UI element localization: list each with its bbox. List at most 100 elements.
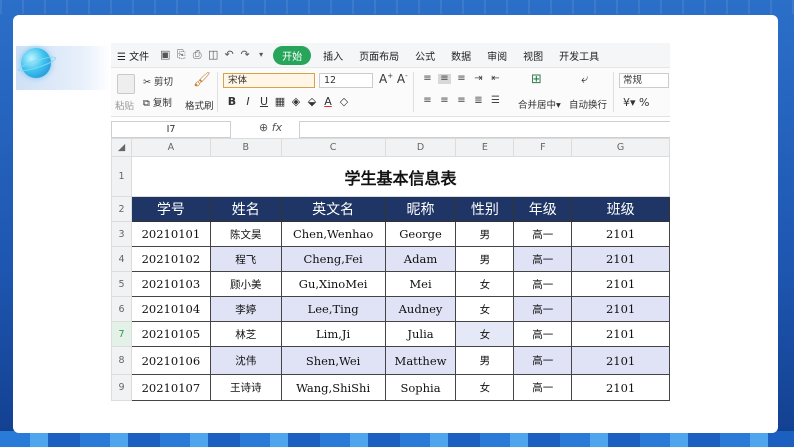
cell-english-name[interactable]: Chen,Wenhao	[280, 221, 386, 247]
row-header[interactable]: 2	[111, 196, 132, 222]
cell-name[interactable]: 林芝	[209, 321, 282, 347]
cell-nickname[interactable]: Adam	[384, 246, 457, 272]
cell-nickname[interactable]: Matthew	[384, 346, 457, 375]
cell-class[interactable]: 2101	[571, 246, 670, 272]
cell-student-id[interactable]: 20210105	[130, 321, 211, 347]
highlight-icon[interactable]: ⬙	[305, 95, 319, 108]
merge-center-button[interactable]: 合并居中▾	[518, 97, 561, 111]
cut-button[interactable]: ✂ 剪切	[143, 74, 173, 88]
cell-student-id[interactable]: 20210104	[130, 296, 211, 322]
header-cell[interactable]: 班级	[571, 196, 670, 222]
justify-icon[interactable]: ≣	[472, 96, 485, 106]
tab-formulas[interactable]: 公式	[407, 48, 443, 63]
cell-class[interactable]: 2101	[571, 296, 670, 322]
cell-class[interactable]: 2101	[571, 321, 670, 347]
header-cell[interactable]: 性别	[455, 196, 515, 222]
number-format-select[interactable]: 常规	[619, 73, 669, 88]
cell-english-name[interactable]: Wang,ShiShi	[280, 374, 386, 401]
cell-name[interactable]: 李婷	[209, 296, 282, 322]
cell-grade[interactable]: 高一	[513, 321, 573, 347]
name-box[interactable]: I7	[111, 121, 231, 138]
header-cell[interactable]: 昵称	[384, 196, 457, 222]
tab-developer[interactable]: 开发工具	[551, 48, 607, 63]
cell-nickname[interactable]: George	[384, 221, 457, 247]
indent-icon[interactable]: ⇥	[472, 74, 485, 84]
select-all-corner[interactable]: ◢	[111, 138, 132, 157]
tab-insert[interactable]: 插入	[315, 48, 351, 63]
cell-grade[interactable]: 高一	[513, 221, 573, 247]
cell-grade[interactable]: 高一	[513, 271, 573, 297]
cell-grade[interactable]: 高一	[513, 296, 573, 322]
cell-name[interactable]: 沈伟	[209, 346, 282, 375]
cell-english-name[interactable]: Cheng,Fei	[280, 246, 386, 272]
preview-icon[interactable]: ◫	[207, 49, 219, 61]
cell-grade[interactable]: 高一	[513, 346, 573, 375]
align-right-icon[interactable]: ≡	[455, 96, 468, 106]
cell-nickname[interactable]: Sophia	[384, 374, 457, 401]
cell-gender[interactable]: 女	[455, 296, 515, 322]
font-name-select[interactable]: 宋体	[223, 73, 315, 88]
wrap-text-button[interactable]: 自动换行	[569, 97, 607, 111]
currency-icon[interactable]: ¥	[623, 96, 630, 109]
outdent-icon[interactable]: ⇤	[489, 74, 502, 84]
tab-view[interactable]: 视图	[515, 48, 551, 63]
fx-icon[interactable]: fx	[272, 121, 282, 134]
row-header[interactable]: 7	[111, 321, 132, 347]
cell-student-id[interactable]: 20210103	[130, 271, 211, 297]
cell-class[interactable]: 2101	[571, 346, 670, 375]
cell-english-name[interactable]: Shen,Wei	[280, 346, 386, 375]
format-painter-button[interactable]: 格式刷	[185, 98, 214, 112]
row-header[interactable]: 3	[111, 221, 132, 247]
row-header[interactable]: 8	[111, 346, 132, 375]
cell-student-id[interactable]: 20210107	[130, 374, 211, 401]
paste-button[interactable]: 粘贴	[115, 98, 134, 112]
cell-gender[interactable]: 男	[455, 346, 515, 375]
align-top-icon[interactable]: ≡	[421, 74, 434, 84]
eraser-icon[interactable]: ◇	[337, 95, 351, 108]
cell-grade[interactable]: 高一	[513, 374, 573, 401]
align-center-icon[interactable]: ≡	[438, 96, 451, 106]
cell-name[interactable]: 王诗诗	[209, 374, 282, 401]
column-header[interactable]: B	[209, 138, 282, 157]
cell-gender[interactable]: 男	[455, 221, 515, 247]
formula-input[interactable]	[299, 121, 670, 138]
align-bottom-icon[interactable]: ≡	[455, 74, 468, 84]
column-header[interactable]: G	[571, 138, 670, 157]
column-header[interactable]: A	[130, 138, 211, 157]
underline-icon[interactable]: U	[257, 95, 271, 108]
tab-page-layout[interactable]: 页面布局	[351, 48, 407, 63]
save-icon[interactable]: ▣	[159, 49, 171, 61]
cell-english-name[interactable]: Gu,XinoMei	[280, 271, 386, 297]
cell-nickname[interactable]: Audney	[384, 296, 457, 322]
row-header[interactable]: 9	[111, 374, 132, 401]
cell-nickname[interactable]: Mei	[384, 271, 457, 297]
distribute-icon[interactable]: ☰	[489, 96, 502, 106]
tab-review[interactable]: 审阅	[479, 48, 515, 63]
fill-color-icon[interactable]: ◈	[289, 95, 303, 108]
print-icon[interactable]: ⎙	[191, 49, 203, 61]
row-header[interactable]: 1	[111, 156, 132, 197]
cell-gender[interactable]: 男	[455, 246, 515, 272]
cell-gender[interactable]: 女	[455, 271, 515, 297]
font-size-select[interactable]: 12	[319, 73, 373, 88]
copy-button[interactable]: ⧉ 复制	[143, 95, 172, 109]
export-icon[interactable]: ⎘	[175, 49, 187, 61]
row-header[interactable]: 5	[111, 271, 132, 297]
cell-nickname[interactable]: Julia	[384, 321, 457, 347]
cell-name[interactable]: 陈文昊	[209, 221, 282, 247]
column-header[interactable]: D	[384, 138, 457, 157]
align-left-icon[interactable]: ≡	[421, 96, 434, 106]
cell-student-id[interactable]: 20210106	[130, 346, 211, 375]
merge-icon[interactable]: ⊞	[531, 72, 542, 87]
cell-student-id[interactable]: 20210102	[130, 246, 211, 272]
cell-grade[interactable]: 高一	[513, 246, 573, 272]
cell-english-name[interactable]: Lee,Ting	[280, 296, 386, 322]
cell-gender[interactable]: 女	[455, 374, 515, 401]
cell-gender[interactable]: 女	[455, 321, 515, 347]
align-middle-icon[interactable]: ≡	[438, 74, 451, 84]
header-cell[interactable]: 年级	[513, 196, 573, 222]
file-menu[interactable]: ☰ 文件	[111, 48, 157, 63]
column-header[interactable]: F	[513, 138, 573, 157]
column-header[interactable]: E	[455, 138, 515, 157]
cell-name[interactable]: 顾小美	[209, 271, 282, 297]
